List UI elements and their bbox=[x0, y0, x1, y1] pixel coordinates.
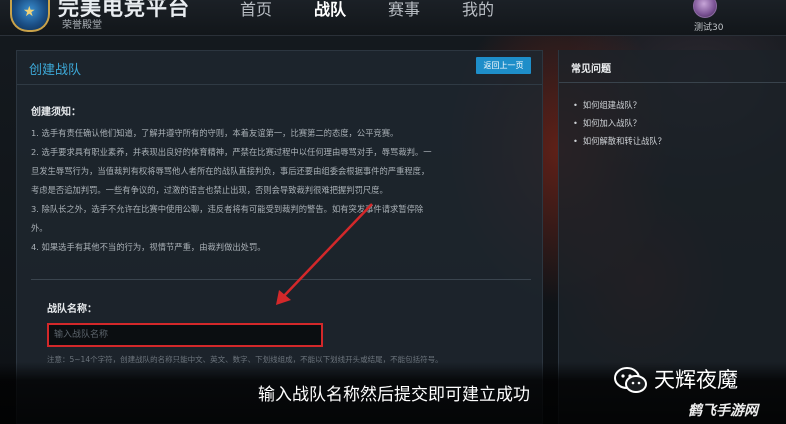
back-button[interactable]: 返回上一页 bbox=[476, 57, 531, 74]
username-label[interactable]: 测试30 bbox=[694, 20, 723, 33]
user-avatar[interactable] bbox=[693, 0, 717, 18]
rule-line: 1. 选手有责任确认他们知道，了解并遵守所有的守则，本着友谊第一，比赛第二的态度… bbox=[31, 128, 399, 138]
faq-list: 如何组建战队？ 如何加入战队？ 如何解散和转让战队？ bbox=[573, 96, 666, 150]
nav-item-home[interactable]: 首页 bbox=[240, 0, 272, 24]
top-navigation-bar: 完美电竞平台 荣誉殿堂 首页 战队 赛事 我的 测试30 bbox=[0, 0, 786, 36]
faq-link-create-team[interactable]: 如何组建战队？ bbox=[573, 96, 666, 114]
faq-title: 常见问题 bbox=[571, 64, 611, 75]
faq-link-join-team[interactable]: 如何加入战队？ bbox=[573, 114, 666, 132]
wechat-icon bbox=[614, 367, 647, 393]
rules-heading: 创建须知： bbox=[31, 107, 81, 118]
watermark-brand: 天辉夜魔 bbox=[654, 368, 738, 392]
logo-emblem-icon[interactable] bbox=[10, 0, 50, 32]
rule-line: 2. 选手要求具有职业素养，并表现出良好的体育精神，严禁在比赛过程中以任何理由辱… bbox=[31, 147, 432, 157]
rule-line: 外。 bbox=[31, 223, 48, 233]
logo-subtitle: 荣誉殿堂 bbox=[62, 20, 102, 31]
caption-text: 输入战队名称然后提交即可建立成功 bbox=[258, 385, 530, 405]
team-name-label: 战队名称： bbox=[47, 304, 97, 315]
rule-line: 4. 如果选手有其他不当的行为，视情节严重，由裁判做出处罚。 bbox=[31, 242, 266, 252]
rule-line: 旦发生辱骂行为，当值裁判有权将辱骂他人者所在的战队直接判负，事后还要由组委会根据… bbox=[31, 166, 430, 176]
nav-item-events[interactable]: 赛事 bbox=[388, 0, 420, 24]
faq-link-dissolve-transfer[interactable]: 如何解散和转让战队？ bbox=[573, 132, 666, 150]
team-name-input[interactable] bbox=[47, 323, 323, 347]
main-nav: 首页 战队 赛事 我的 bbox=[240, 0, 536, 24]
nav-item-team[interactable]: 战队 bbox=[314, 0, 346, 24]
rules-section: 创建须知： 1. 选手有责任确认他们知道，了解并遵守所有的守则，本着友谊第一，比… bbox=[31, 103, 531, 280]
nav-item-mine[interactable]: 我的 bbox=[462, 0, 494, 24]
title-divider bbox=[17, 84, 542, 85]
page-title: 创建战队 bbox=[29, 63, 82, 78]
rule-line: 考虑是否追加判罚。一些有争议的，过激的语言也禁止出现，否则会导致裁判很难把握判罚… bbox=[31, 185, 388, 195]
watermark-site: 鹤飞手游网 bbox=[688, 403, 758, 419]
faq-divider bbox=[559, 82, 786, 83]
rule-line: 3. 除队长之外，选手不允许在比赛中使用公聊，违反者将有可能受到裁判的警告。如有… bbox=[31, 204, 424, 214]
